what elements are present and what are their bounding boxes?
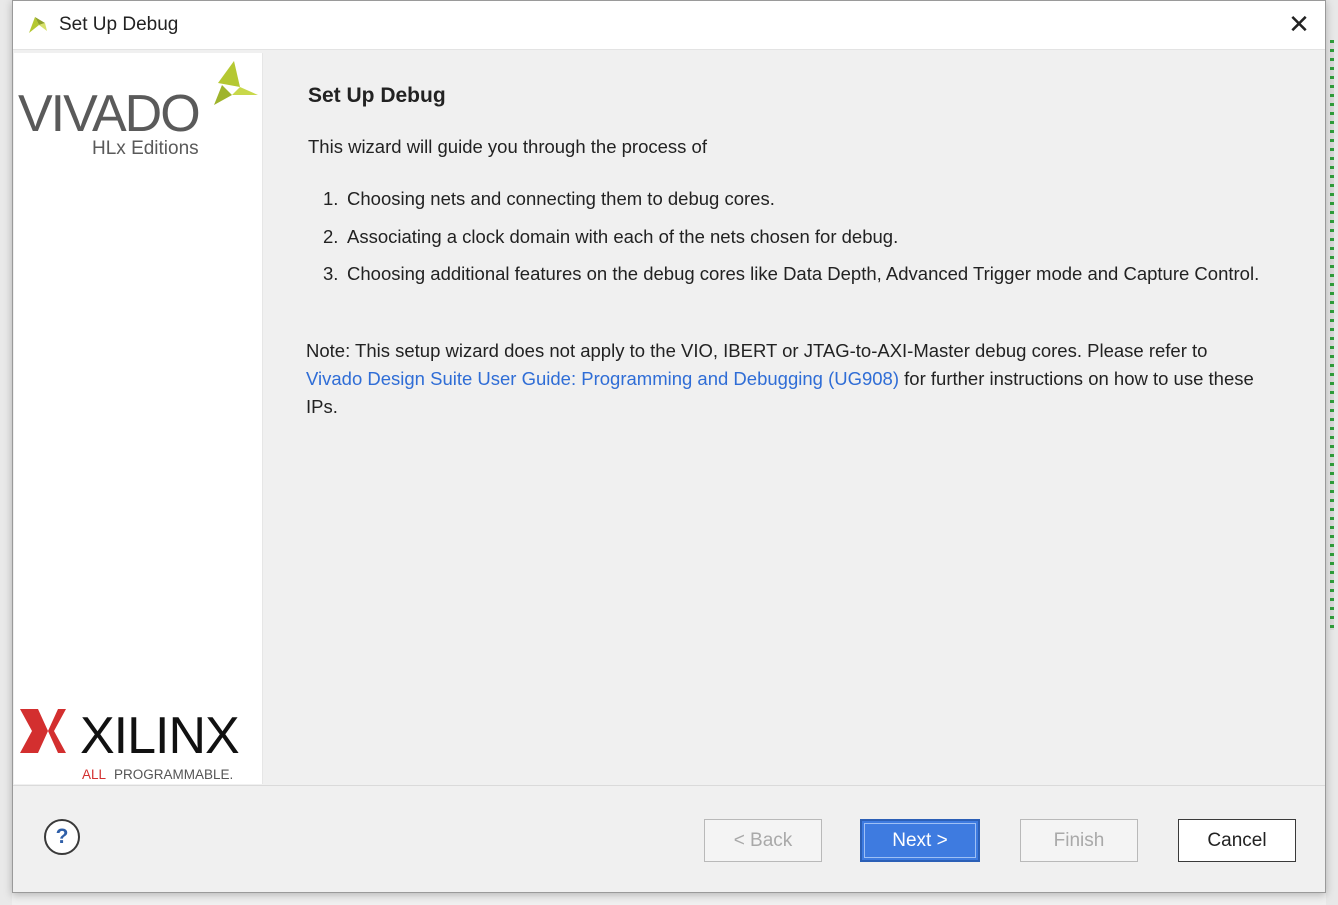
step-number: 3. (323, 263, 339, 284)
back-button[interactable]: < Back (704, 819, 822, 862)
step-item: 1. Choosing nets and connecting them to d… (315, 185, 1275, 213)
xilinx-tagline-accent: ALL (82, 767, 107, 782)
note-prefix: Note: This setup wizard does not apply t… (306, 340, 1208, 361)
background-app-left (0, 0, 12, 905)
wizard-sidebar: VIVADO HLx Editions XILINX ALL PROGRAMMA… (14, 53, 263, 784)
vivado-logo-subtitle: HLx Editions (92, 138, 199, 159)
note-text: Note: This setup wizard does not apply t… (306, 337, 1266, 421)
finish-button[interactable]: Finish (1020, 819, 1138, 862)
step-number: 1. (323, 188, 339, 209)
background-app-right (1326, 0, 1338, 905)
xilinx-logo: XILINX ALL PROGRAMMABLE. (20, 707, 240, 782)
intro-text: This wizard will guide you through the p… (308, 136, 707, 157)
step-text: Choosing nets and connecting them to deb… (347, 188, 775, 209)
steps-list: 1. Choosing nets and connecting them to d… (315, 185, 1275, 298)
step-number: 2. (323, 225, 339, 247)
title-bar: Set Up Debug ✕ (13, 1, 1325, 50)
step-text: Associating a clock domain with each of … (347, 225, 899, 247)
vivado-icon (29, 17, 47, 33)
step-item: 3. Choosing additional features on the de… (315, 260, 1275, 288)
close-icon[interactable]: ✕ (1283, 9, 1315, 41)
help-button[interactable]: ? (44, 819, 80, 855)
footer-divider (13, 785, 1325, 786)
vivado-logo: VIVADO HLx Editions (18, 61, 258, 159)
step-text: Choosing additional features on the debu… (347, 263, 1260, 284)
wizard-content: Set Up Debug This wizard will guide you … (263, 53, 1323, 784)
page-heading: Set Up Debug (308, 84, 446, 107)
xilinx-tagline: PROGRAMMABLE. (114, 767, 233, 782)
step-item: 2. Associating a clock domain with each o… (315, 223, 1275, 251)
background-schematic (1330, 40, 1334, 630)
set-up-debug-dialog: Set Up Debug ✕ VIVADO HLx Editions XILIN… (12, 0, 1326, 893)
xilinx-logo-text: XILINX (80, 707, 239, 765)
ug908-link[interactable]: Vivado Design Suite User Guide: Programm… (306, 368, 899, 389)
next-button[interactable]: Next > (860, 819, 980, 862)
window-title: Set Up Debug (59, 14, 179, 35)
vivado-logo-text: VIVADO (18, 85, 199, 143)
cancel-button[interactable]: Cancel (1178, 819, 1296, 862)
